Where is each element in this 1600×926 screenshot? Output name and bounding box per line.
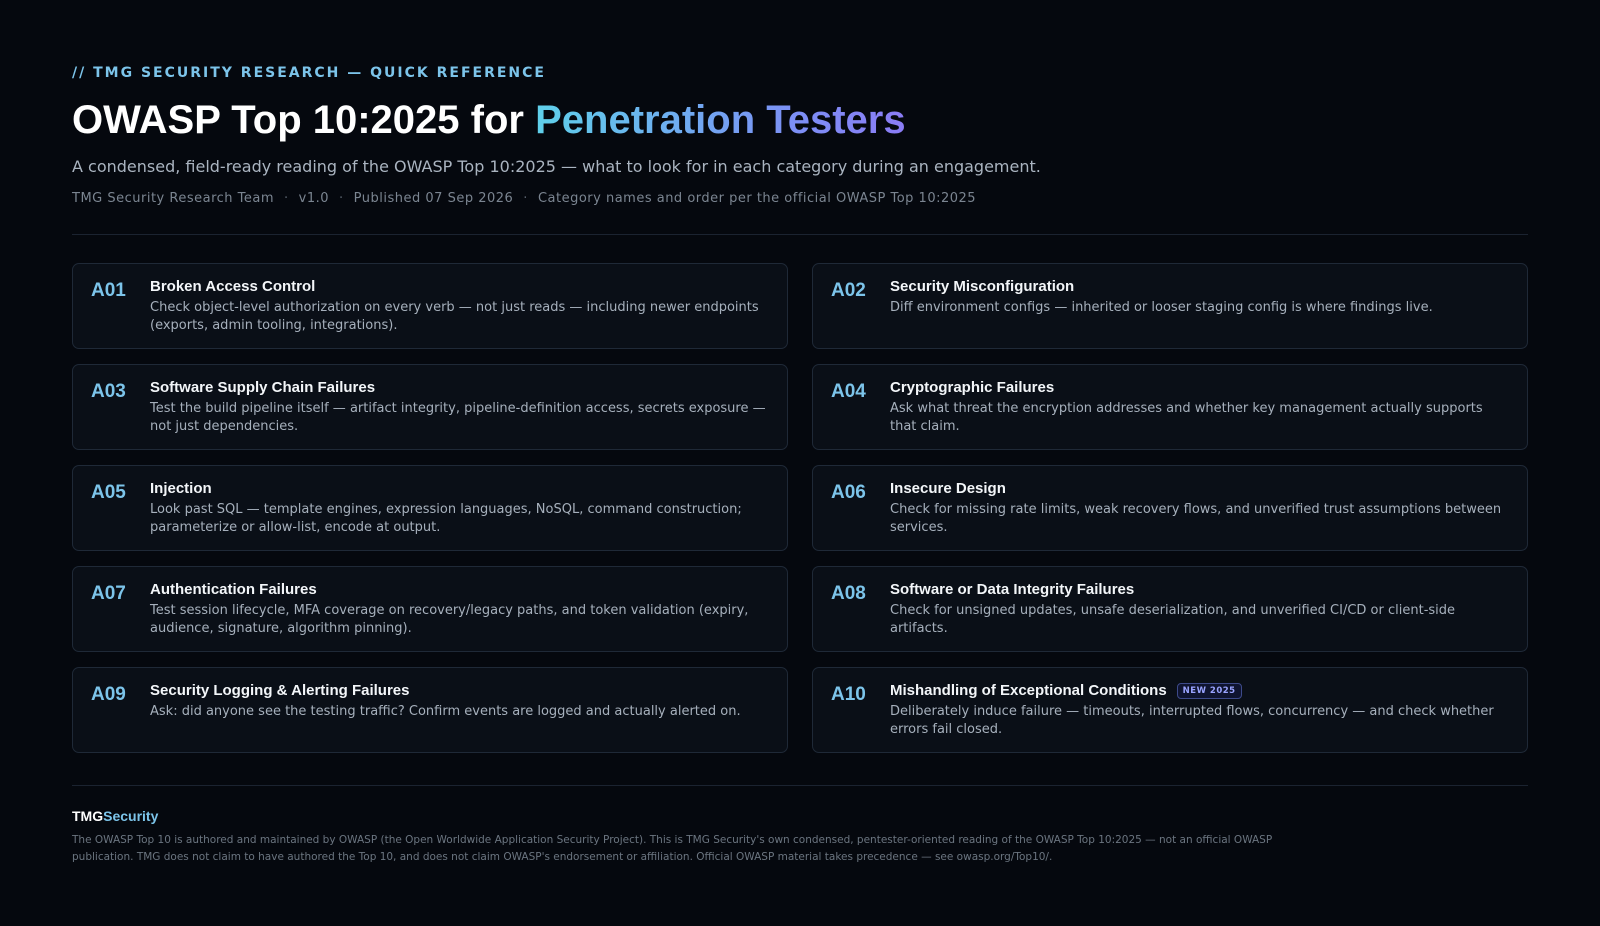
category-description: Check for missing rate limits, weak reco… [890, 502, 1502, 535]
meta-version: v1.0 [298, 191, 330, 206]
category-card-a03: A03 Software Supply Chain Failures Test … [72, 364, 788, 450]
category-code: A01 [91, 280, 126, 301]
category-card-a02: A02 Security Misconfiguration Diff envir… [812, 263, 1528, 349]
header-divider [72, 234, 1528, 235]
meta-separator: · [523, 191, 528, 206]
category-card-a06: A06 Insecure Design Check for missing ra… [812, 465, 1528, 551]
category-code: A10 [831, 684, 866, 705]
category-description: Check for unsigned updates, unsafe deser… [890, 603, 1456, 636]
title-main: OWASP Top 10:2025 for [72, 98, 536, 142]
category-card-a08: A08 Software or Data Integrity Failures … [812, 566, 1528, 652]
category-card-a09: A09 Security Logging & Alerting Failures… [72, 667, 788, 753]
page-title: OWASP Top 10:2025 for Penetration Tester… [72, 95, 1528, 145]
category-title: Authentication Failures [150, 581, 317, 598]
category-title: Insecure Design [890, 480, 1006, 497]
category-grid: A01 Broken Access Control Check object-l… [72, 263, 1528, 753]
category-code: A08 [831, 583, 866, 604]
title-accent: Penetration Testers [535, 98, 906, 142]
category-description: Check object-level authorization on ever… [150, 300, 759, 333]
footer-divider [72, 785, 1528, 786]
category-description: Test session lifecycle, MFA coverage on … [150, 603, 749, 636]
category-code: A02 [831, 280, 866, 301]
meta-separator: · [339, 191, 344, 206]
category-card-a01: A01 Broken Access Control Check object-l… [72, 263, 788, 349]
page-subtitle: A condensed, field-ready reading of the … [72, 157, 1041, 176]
meta-separator: · [284, 191, 289, 206]
category-code: A09 [91, 684, 126, 705]
brand-logo: TMGSecurity [72, 807, 1528, 825]
category-card-a05: A05 Injection Look past SQL — template e… [72, 465, 788, 551]
category-title: Software or Data Integrity Failures [890, 581, 1135, 598]
brand-name-accent: Security [103, 808, 159, 824]
eyebrow-label: // TMG SECURITY RESEARCH — QUICK REFEREN… [72, 65, 546, 81]
category-description: Look past SQL — template engines, expres… [150, 502, 742, 535]
category-card-a07: A07 Authentication Failures Test session… [72, 566, 788, 652]
category-code: A06 [831, 482, 866, 503]
meta-line: TMG Security Research Team · v1.0 · Publishe… [72, 189, 1528, 209]
category-description: Ask: did anyone see the testing traffic?… [150, 704, 741, 719]
category-description: Deliberately induce failure — timeouts, … [890, 704, 1494, 737]
category-code: A05 [91, 482, 126, 503]
category-card-a04: A04 Cryptographic Failures Ask what thre… [812, 364, 1528, 450]
category-title: Mishandling of Exceptional Conditions NEW… [890, 682, 1509, 700]
meta-note: Category names and order per the officia… [537, 191, 977, 206]
meta-team: TMG Security Research Team [72, 191, 275, 206]
category-code: A04 [831, 381, 866, 402]
meta-published: Published 07 Sep 2026 [353, 191, 514, 206]
category-code: A07 [91, 583, 126, 604]
category-description: Test the build pipeline itself — artifac… [150, 401, 766, 434]
category-title: Software Supply Chain Failures [150, 379, 376, 396]
category-code: A03 [91, 381, 126, 402]
brand-name-primary: TMG [72, 808, 104, 824]
reference-page: // TMG SECURITY RESEARCH — QUICK REFEREN… [0, 0, 1600, 926]
category-title: Security Misconfiguration [890, 278, 1075, 295]
category-card-a10: A10 Mishandling of Exceptional Condition… [812, 667, 1528, 753]
category-description: Ask what threat the encryption addresses… [890, 401, 1483, 434]
category-title: Security Logging & Alerting Failures [150, 682, 410, 699]
category-description: Diff environment configs — inherited or … [890, 300, 1433, 315]
new-badge: NEW 2025 [1176, 683, 1242, 699]
category-title: Broken Access Control [150, 278, 316, 295]
category-title: Cryptographic Failures [890, 379, 1055, 396]
disclaimer-text: The OWASP Top 10 is authored and maintai… [72, 834, 1273, 863]
category-title: Injection [150, 480, 212, 497]
